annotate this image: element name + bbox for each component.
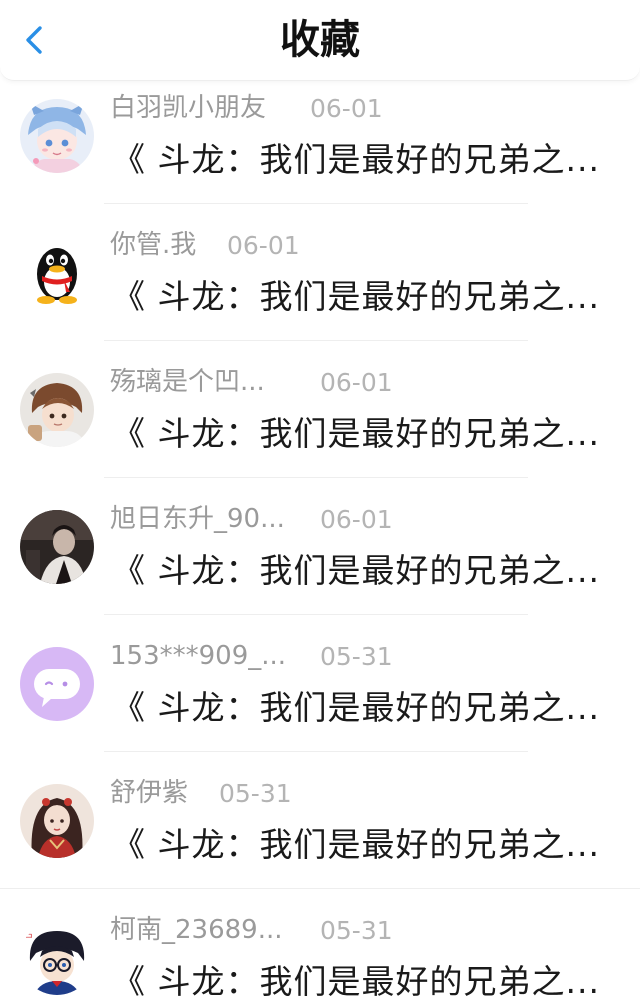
favorites-screen: 收藏 白羽凯小朋友 06-01 《 斗龙：我们是最好的兄弟之... 你管.我 0… bbox=[0, 0, 640, 1004]
divider bbox=[0, 888, 640, 889]
date-label: 05-31 bbox=[219, 779, 292, 808]
list-item[interactable]: 153***909_... 05-31 《 斗龙：我们是最好的兄弟之... bbox=[0, 628, 640, 765]
date-label: 06-01 bbox=[227, 231, 300, 260]
username: 旭日东升_90... bbox=[110, 504, 285, 534]
date-label: 06-01 bbox=[310, 94, 383, 123]
page-title: 收藏 bbox=[280, 17, 360, 63]
username: 殇璃是个凹... bbox=[110, 367, 265, 397]
list-item[interactable]: 你管.我 06-01 《 斗龙：我们是最好的兄弟之... bbox=[0, 217, 640, 354]
dark-photo-avatar[interactable] bbox=[20, 510, 94, 584]
divider bbox=[104, 203, 528, 204]
header-bar: 收藏 bbox=[0, 0, 640, 81]
list-item[interactable]: 名 柯南_23689... 05-31 《 斗龙：我们是最好的兄弟之... bbox=[0, 902, 640, 1004]
list-item[interactable]: 殇璃是个凹... 06-01 《 斗龙：我们是最好的兄弟之... bbox=[0, 354, 640, 491]
favorites-list: 白羽凯小朋友 06-01 《 斗龙：我们是最好的兄弟之... 你管.我 06-0… bbox=[0, 80, 640, 1004]
username: 153***909_... bbox=[110, 641, 287, 671]
date-label: 06-01 bbox=[320, 505, 393, 534]
list-item[interactable]: 白羽凯小朋友 06-01 《 斗龙：我们是最好的兄弟之... bbox=[0, 80, 640, 217]
svg-text:名: 名 bbox=[24, 928, 33, 940]
anime-girl-avatar[interactable] bbox=[20, 99, 94, 173]
favorite-content: 《 斗龙：我们是最好的兄弟之... bbox=[112, 277, 600, 316]
favorite-content: 《 斗龙：我们是最好的兄弟之... bbox=[112, 962, 600, 1001]
favorite-content: 《 斗龙：我们是最好的兄弟之... bbox=[112, 825, 600, 864]
date-label: 05-31 bbox=[320, 916, 393, 945]
username: 你管.我 bbox=[110, 230, 197, 260]
date-label: 05-31 bbox=[320, 642, 393, 671]
divider bbox=[104, 340, 528, 341]
divider bbox=[104, 751, 528, 752]
qq-penguin-avatar[interactable] bbox=[20, 236, 94, 310]
date-label: 06-01 bbox=[320, 368, 393, 397]
username: 白羽凯小朋友 bbox=[110, 93, 267, 123]
favorite-content: 《 斗龙：我们是最好的兄弟之... bbox=[112, 688, 600, 727]
username: 柯南_23689... bbox=[110, 915, 283, 945]
divider bbox=[104, 614, 528, 615]
favorite-content: 《 斗龙：我们是最好的兄弟之... bbox=[112, 140, 600, 179]
favorite-content: 《 斗龙：我们是最好的兄弟之... bbox=[112, 414, 600, 453]
anime-boy-avatar[interactable] bbox=[20, 373, 94, 447]
list-item[interactable]: 舒伊紫 05-31 《 斗龙：我们是最好的兄弟之... bbox=[0, 765, 640, 902]
divider bbox=[104, 477, 528, 478]
list-item[interactable]: 旭日东升_90... 06-01 《 斗龙：我们是最好的兄弟之... bbox=[0, 491, 640, 628]
username: 舒伊紫 bbox=[110, 778, 189, 808]
purple-chat-avatar[interactable] bbox=[20, 647, 94, 721]
detective-avatar[interactable]: 名 bbox=[20, 921, 94, 995]
costume-girl-avatar[interactable] bbox=[20, 784, 94, 858]
favorite-content: 《 斗龙：我们是最好的兄弟之... bbox=[112, 551, 600, 590]
